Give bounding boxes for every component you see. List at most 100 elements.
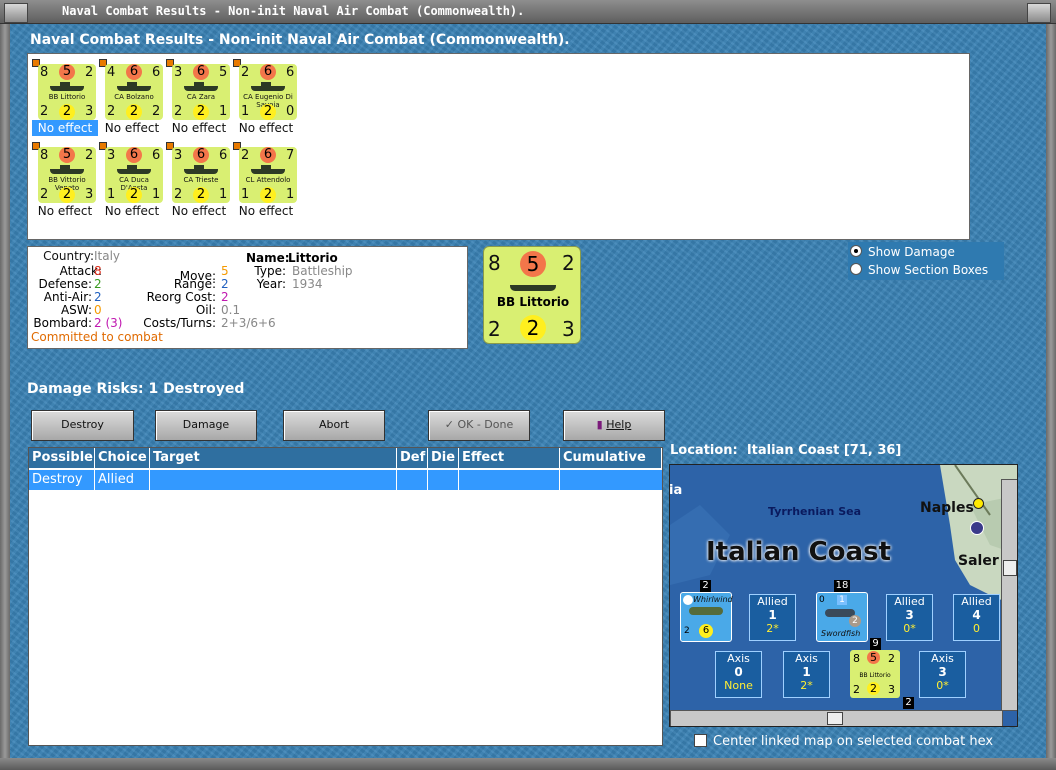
city-naples: Naples	[920, 500, 974, 516]
cell-choice: Allied	[95, 470, 150, 490]
box-value: 2*	[800, 679, 813, 692]
littorio-map-counter[interactable]: 8 5 2 BB Littorio 2 2 3	[850, 650, 900, 698]
close-icon[interactable]	[1027, 3, 1051, 23]
counter-tl: 3	[107, 148, 116, 163]
damage-risks: Damage Risks: 1 Destroyed	[27, 381, 245, 397]
counter-tr: 6	[219, 148, 228, 163]
counter-bottom-center: 2	[520, 315, 546, 341]
whirlwind-counter[interactable]: Whirlwind 2 6	[680, 592, 733, 642]
col-def[interactable]: Def	[397, 448, 428, 468]
center-map-label: Center linked map on selected combat hex	[713, 734, 994, 749]
asw-value: 0	[94, 303, 102, 317]
ship-counter[interactable]: 3 6 6 CA Trieste 2 2 1	[172, 147, 230, 203]
counter-tc: 6	[193, 147, 209, 163]
col-choice[interactable]: Choice	[95, 448, 150, 468]
axis-box-3: Axis 3 0*	[919, 651, 966, 698]
cell-die	[428, 470, 459, 490]
ship-counter[interactable]: 8 5 2 BB Littorio 2 2 3	[38, 64, 96, 120]
linked-map[interactable]: ia Tyrrhenian Sea Naples Saler Italian C…	[669, 464, 1018, 727]
col-possible[interactable]: Possible	[29, 448, 95, 468]
warship-icon	[184, 165, 218, 174]
counter-bottom-left: 2	[488, 317, 501, 341]
abort-button[interactable]: Abort	[283, 410, 385, 441]
center-map-checkbox[interactable]: Center linked map on selected combat hex	[694, 734, 993, 749]
radio-selected-icon[interactable]	[850, 245, 862, 257]
unit-counter[interactable]: 4 6 6 CA Bolzano 2 2 2 No effect	[97, 56, 163, 136]
horizontal-scroll-thumb[interactable]	[827, 712, 843, 725]
stack-count: 9	[870, 638, 881, 650]
help-button[interactable]: ▮ Help	[563, 410, 665, 441]
ship-counter[interactable]: 366CA Duca D'Aosta121	[105, 147, 163, 203]
location-value: Italian Coast [71, 36]	[746, 443, 902, 458]
vertical-scrollbar[interactable]	[1001, 479, 1017, 711]
unit-result: No effect	[238, 121, 294, 135]
counter-name: CA Trieste	[183, 176, 219, 184]
bombard-value: 2 (3)	[94, 316, 123, 330]
costs-label: Costs/Turns:	[143, 316, 216, 330]
oil-label: Oil:	[195, 303, 216, 317]
ship-counter[interactable]: 3 6 5 CA Zara 2 2 1	[172, 64, 230, 120]
counter-unit-name: BB Littorio	[496, 295, 570, 309]
range-label: Range:	[173, 277, 216, 291]
ship-counter[interactable]: 2 6 7 CL Attendolo 1 2 1	[239, 147, 297, 203]
system-menu-icon[interactable]	[4, 3, 28, 23]
unit-counter[interactable]: 3 6 6 CA Trieste 2 2 1 No effect	[164, 139, 230, 219]
selected-unit-counter: 8 5 2 BB Littorio 2 2 3	[483, 246, 581, 344]
radio-unselected-icon[interactable]	[850, 263, 862, 275]
ship-counter[interactable]: 4 6 6 CA Bolzano 2 2 2	[105, 64, 163, 120]
ok-done-button[interactable]: ✓ OK - Done	[428, 410, 530, 441]
unit-counter[interactable]: 2 6 7 CL Attendolo 1 2 1 No effect	[231, 139, 297, 219]
counter-bc: 2	[59, 104, 75, 120]
counter-name: CL Attendolo	[245, 176, 291, 184]
col-effect[interactable]: Effect	[459, 448, 560, 468]
swordfish-counter[interactable]: 0 1 2 Swordfish	[816, 592, 868, 642]
counter-tl: 3	[174, 148, 183, 163]
plane-strength: 2	[849, 615, 861, 627]
unit-counter[interactable]: 366CA Duca D'Aosta121No effect	[97, 139, 163, 219]
cell-possible: Destroy	[29, 470, 95, 490]
city-salerno: Saler	[958, 553, 999, 569]
damage-button[interactable]: Damage	[155, 410, 257, 441]
plane-name: Whirlwind	[693, 595, 733, 604]
counter-tc: 6	[260, 64, 276, 80]
counter-tr: 6	[152, 65, 161, 80]
checkbox-icon[interactable]	[694, 734, 707, 747]
ship-counter[interactable]: 852BB Vittorio Veneto223	[38, 147, 96, 203]
destroy-button[interactable]: Destroy	[31, 410, 134, 441]
counter-top-left: 8	[488, 251, 501, 275]
show-sections-label: Show Section Boxes	[868, 263, 989, 277]
box-value: 0*	[936, 679, 949, 692]
map-counter-br: 3	[888, 683, 895, 696]
counter-tr: 7	[286, 148, 295, 163]
col-target[interactable]: Target	[150, 448, 397, 468]
name-label: Name:	[246, 251, 290, 265]
counter-top-center: 5	[520, 251, 546, 277]
antiair-label: Anti-Air:	[43, 290, 92, 304]
counter-br: 1	[152, 187, 161, 202]
ship-counter[interactable]: 266CA Eugenio Di Savoia120	[239, 64, 297, 120]
horizontal-scrollbar[interactable]	[670, 710, 1003, 726]
attack-value: 8	[94, 264, 102, 278]
vertical-scroll-thumb[interactable]	[1003, 560, 1017, 576]
unit-counter[interactable]: 266CA Eugenio Di Savoia120No effect	[231, 56, 297, 136]
warship-icon	[117, 165, 151, 174]
box-side: Axis	[931, 652, 954, 665]
table-row[interactable]: Destroy Allied	[29, 470, 662, 490]
counter-bc: 2	[193, 104, 209, 120]
col-die[interactable]: Die	[428, 448, 459, 468]
counter-tc: 5	[59, 64, 75, 80]
show-damage-option[interactable]: Show Damage	[850, 245, 955, 259]
show-sections-option[interactable]: Show Section Boxes	[850, 263, 988, 277]
col-cumulative[interactable]: Cumulative	[560, 448, 662, 468]
units-panel[interactable]: 8 5 2 BB Littorio 2 2 3 No effect 4 6 6 CA Bolzano 2…	[27, 53, 970, 240]
box-value: 2*	[766, 622, 779, 635]
ok-done-label: OK - Done	[457, 418, 514, 431]
box-value: 0*	[903, 622, 916, 635]
asw-label: ASW:	[60, 303, 92, 317]
region-label: Italian Coast	[706, 537, 891, 567]
results-table[interactable]: Possible Choice Target Def Die Effect Cu…	[28, 447, 663, 746]
unit-counter[interactable]: 3 6 5 CA Zara 2 2 1 No effect	[164, 56, 230, 136]
unit-counter[interactable]: 8 5 2 BB Littorio 2 2 3 No effect	[30, 56, 98, 136]
box-side: Allied	[757, 595, 788, 608]
unit-counter[interactable]: 852BB Vittorio Veneto223No effect	[30, 139, 96, 219]
